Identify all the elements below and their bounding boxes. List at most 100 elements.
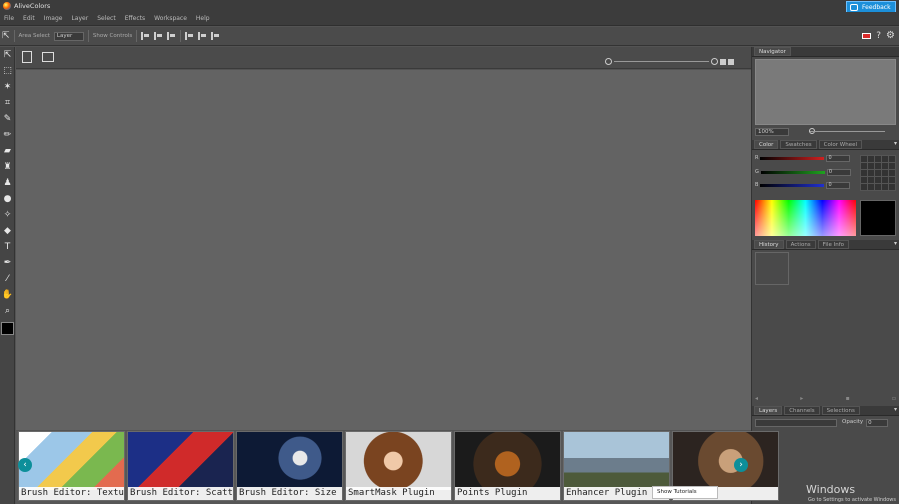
tab-color-wheel[interactable]: Color Wheel — [818, 140, 862, 149]
eraser-tool-icon[interactable]: ▰ — [0, 143, 15, 159]
step-back-icon[interactable]: ◂ — [755, 395, 758, 403]
move-tool-icon[interactable]: ⇱ — [0, 47, 15, 63]
tab-navigator[interactable]: Navigator — [754, 47, 791, 56]
previous-arrow-icon[interactable]: ‹ — [18, 458, 32, 472]
area-select-label[interactable]: Area Select — [19, 33, 50, 39]
notification-icon[interactable] — [862, 32, 872, 39]
eyedropper-tool-icon[interactable]: ⁄ — [0, 271, 15, 287]
panel-menu-icon[interactable]: ▾ — [894, 240, 897, 247]
history-buttons: ◂ ▸ ▪ ▫ — [755, 395, 896, 403]
tutorial-caption: Brush Editor: Texture — [19, 487, 124, 500]
menu-bar: File Edit Image Layer Select Effects Wor… — [0, 12, 899, 26]
gear-icon[interactable]: ⚙ — [886, 30, 895, 41]
blur-tool-icon[interactable]: ● — [0, 191, 15, 207]
menu-layer[interactable]: Layer — [71, 15, 88, 22]
dodge-tool-icon[interactable]: ✧ — [0, 207, 15, 223]
brush-tool-icon[interactable]: ✎ — [0, 111, 15, 127]
snapshot-icon[interactable]: ▪ — [846, 395, 850, 403]
zoom-out-icon[interactable] — [605, 58, 612, 65]
align-bottom-icon[interactable] — [211, 32, 220, 40]
magic-wand-icon[interactable]: ✶ — [0, 79, 15, 95]
opacity-field[interactable]: 0 — [866, 419, 889, 427]
navigator-zoom-field[interactable]: 100% — [755, 128, 789, 136]
menu-file[interactable]: File — [4, 15, 14, 22]
blue-value[interactable]: 0 — [826, 181, 851, 189]
panel-menu-icon[interactable]: ▾ — [894, 140, 897, 147]
navigator-preview[interactable] — [755, 59, 896, 125]
tutorial-thumb[interactable]: Brush Editor: Size — [236, 431, 343, 501]
move-tool-icon[interactable]: ⇱ — [2, 31, 10, 41]
canvas-area[interactable] — [16, 70, 751, 430]
tutorial-thumb[interactable]: Points Plugin — [454, 431, 561, 501]
tool-options-bar: ⇱ Area Select Layer Show Controls — [0, 27, 899, 46]
new-document-icon[interactable] — [22, 51, 32, 63]
show-controls-checkbox[interactable]: Show Controls — [93, 33, 132, 39]
blue-label: B — [755, 182, 759, 188]
tab-color[interactable]: Color — [754, 140, 779, 149]
tutorial-thumb[interactable]: SmartMask Plugin — [345, 431, 452, 501]
step-forward-icon[interactable]: ▸ — [800, 395, 803, 403]
align-center-icon[interactable] — [154, 32, 163, 40]
crop-tool-icon[interactable]: ⌗ — [0, 95, 15, 111]
menu-image[interactable]: Image — [44, 15, 63, 22]
tutorial-image — [673, 432, 778, 490]
hand-tool-icon[interactable]: ✋ — [0, 287, 15, 303]
menu-edit[interactable]: Edit — [23, 15, 35, 22]
swatch-grid[interactable] — [860, 155, 896, 191]
tutorial-image — [128, 432, 233, 490]
align-middle-icon[interactable] — [198, 32, 207, 40]
navigator-zoom-slider[interactable] — [810, 131, 885, 132]
align-left-icon[interactable] — [141, 32, 150, 40]
zoom-tool-icon[interactable]: ⌕ — [0, 303, 15, 319]
tutorial-image — [19, 432, 124, 490]
app-logo-icon — [3, 2, 11, 10]
green-value[interactable]: 0 — [826, 168, 851, 176]
help-icon[interactable]: ? — [876, 31, 881, 41]
tutorial-thumb[interactable]: Brush Editor: Scattering — [127, 431, 234, 501]
pen-tool-icon[interactable]: ✒ — [0, 255, 15, 271]
fill-tool-icon[interactable]: ◆ — [0, 223, 15, 239]
next-arrow-icon[interactable]: › — [734, 458, 748, 472]
open-document-icon[interactable] — [42, 52, 54, 62]
color-spectrum[interactable] — [755, 200, 856, 236]
blue-channel-row: B 0 — [755, 181, 858, 189]
menu-help[interactable]: Help — [196, 15, 210, 22]
menu-select[interactable]: Select — [97, 15, 116, 22]
zoom-slider[interactable] — [614, 61, 709, 62]
current-color-swatch[interactable] — [860, 200, 896, 236]
grid-view-icon[interactable] — [720, 58, 726, 65]
tab-channels[interactable]: Channels — [784, 406, 820, 415]
tab-actions[interactable]: Actions — [785, 240, 816, 249]
zoom-control — [605, 58, 734, 65]
text-tool-icon[interactable]: T — [0, 239, 15, 255]
blend-mode-select[interactable] — [755, 419, 837, 427]
trash-icon[interactable]: ▫ — [892, 395, 896, 403]
history-list[interactable] — [755, 252, 789, 285]
tab-layers[interactable]: Layers — [754, 406, 783, 415]
zoom-in-icon[interactable] — [711, 58, 718, 65]
foreground-color-swatch[interactable] — [1, 322, 14, 335]
marquee-tool-icon[interactable]: ⬚ — [0, 63, 15, 79]
history-tabs: History Actions File Info ▾ — [752, 240, 899, 250]
pencil-tool-icon[interactable]: ✏ — [0, 127, 15, 143]
align-right-icon[interactable] — [167, 32, 176, 40]
red-value[interactable]: 0 — [826, 154, 851, 162]
fit-view-icon[interactable] — [728, 58, 734, 65]
tab-history[interactable]: History — [754, 240, 784, 249]
blue-slider[interactable] — [760, 183, 825, 187]
menu-workspace[interactable]: Workspace — [154, 15, 187, 22]
tab-selections[interactable]: Selections — [821, 406, 860, 415]
layer-select[interactable]: Layer — [53, 31, 84, 41]
menu-effects[interactable]: Effects — [125, 15, 145, 22]
panel-menu-icon[interactable]: ▾ — [894, 406, 897, 413]
tutorial-caption: Points Plugin — [455, 487, 560, 500]
green-slider[interactable] — [760, 170, 825, 174]
stamp-tool-icon[interactable]: ♜ — [0, 159, 15, 175]
tab-file-info[interactable]: File Info — [817, 240, 850, 249]
tab-swatches[interactable]: Swatches — [780, 140, 817, 149]
healing-tool-icon[interactable]: ♟ — [0, 175, 15, 191]
red-slider[interactable] — [760, 156, 825, 160]
align-top-icon[interactable] — [185, 32, 194, 40]
tutorial-thumb[interactable]: Brush Editor: Texture — [18, 431, 125, 501]
color-tabs: Color Swatches Color Wheel ▾ — [752, 140, 899, 150]
